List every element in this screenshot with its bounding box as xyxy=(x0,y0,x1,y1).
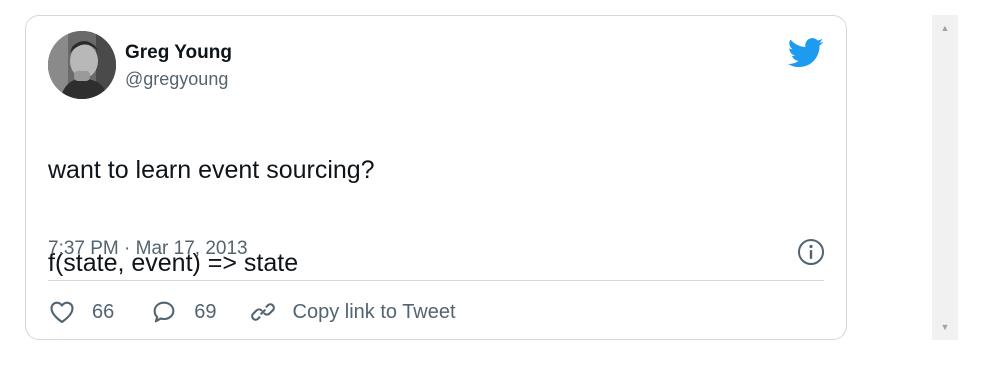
tweet-timestamp[interactable]: 7:37 PM · Mar 17, 2013 xyxy=(48,238,248,260)
copy-link-label: Copy link to Tweet xyxy=(292,300,456,323)
reply-bubble-icon xyxy=(153,301,175,323)
tweet-text-line: want to learn event sourcing? xyxy=(48,155,375,184)
copy-link-button[interactable]: Copy link to Tweet xyxy=(249,298,456,326)
avatar[interactable] xyxy=(48,31,116,99)
tweet-card[interactable]: Greg Young @gregyoung want to learn even… xyxy=(25,15,847,340)
tweet-actions: 66 69 Copy link to Tweet xyxy=(48,294,456,330)
scroll-down-arrow[interactable]: ▼ xyxy=(932,316,958,338)
author-display-name[interactable]: Greg Young xyxy=(125,42,232,64)
author-handle[interactable]: @gregyoung xyxy=(125,69,228,90)
divider xyxy=(48,280,824,281)
like-count: 66 xyxy=(92,300,115,323)
twitter-bird-icon[interactable] xyxy=(788,38,824,68)
info-icon[interactable] xyxy=(796,237,826,267)
reply-count: 69 xyxy=(194,300,217,323)
reply-button[interactable]: 69 xyxy=(150,298,217,326)
like-button[interactable]: 66 xyxy=(48,298,114,326)
scroll-up-arrow[interactable]: ▲ xyxy=(932,17,958,39)
vertical-scrollbar[interactable]: ▲ ▼ xyxy=(932,15,958,340)
link-icon xyxy=(250,303,275,321)
heart-icon xyxy=(50,301,74,323)
avatar-photo xyxy=(48,31,116,99)
